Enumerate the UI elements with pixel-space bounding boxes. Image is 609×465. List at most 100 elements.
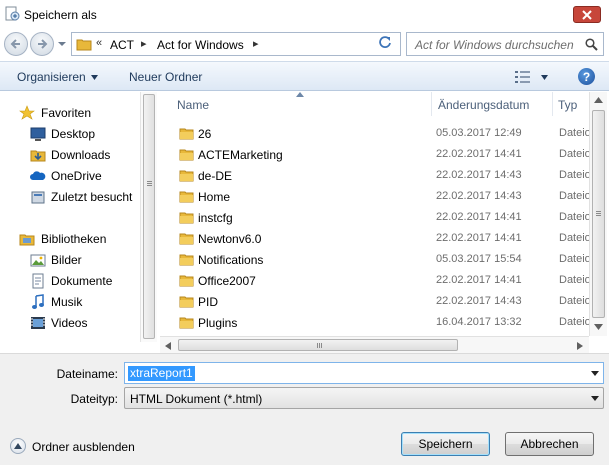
file-name: Notifications <box>198 253 264 267</box>
scroll-left-icon[interactable] <box>165 342 171 350</box>
nav-label: Favoriten <box>41 106 92 120</box>
file-name: Home <box>198 190 231 204</box>
file-date: 05.03.2017 15:54 <box>436 253 522 265</box>
column-divider[interactable] <box>431 92 432 116</box>
arrow-right-icon <box>38 39 48 49</box>
file-type: Dateio <box>559 127 591 139</box>
nav-item-recent[interactable]: Zuletzt besucht <box>0 187 140 207</box>
file-row[interactable]: Notifications 05.03.2017 15:54 Dateio <box>160 249 609 270</box>
help-icon[interactable]: ? <box>578 68 595 85</box>
sort-ascending-icon <box>296 92 304 97</box>
refresh-icon[interactable] <box>378 35 392 49</box>
nav-item-music[interactable]: Musik <box>0 292 140 312</box>
navigation-pane: Favoriten Desktop Downloads OneDrive Zul… <box>0 92 140 342</box>
chevron-right-icon[interactable]: ▸ <box>253 37 259 50</box>
file-row[interactable]: 26 05.03.2017 12:49 Dateio <box>160 123 609 144</box>
file-date: 22.02.2017 14:41 <box>436 232 522 244</box>
chevron-down-icon[interactable] <box>591 396 599 401</box>
navigation-scrollbar[interactable] <box>140 92 157 342</box>
file-date: 22.02.2017 14:43 <box>436 169 522 181</box>
address-bar[interactable]: « ACT ▸ Act for Windows ▸ <box>71 32 436 56</box>
folder-icon <box>179 233 194 245</box>
file-name: Plugins <box>198 316 238 330</box>
chevron-down-icon[interactable] <box>91 75 98 80</box>
filename-field[interactable]: xtraReport1 <box>124 362 604 384</box>
nav-item-downloads[interactable]: Downloads <box>0 145 140 165</box>
file-list-vertical-scrollbar[interactable] <box>589 92 607 336</box>
scroll-down-icon[interactable] <box>594 324 603 330</box>
nav-libraries[interactable]: Bibliotheken <box>0 229 140 249</box>
file-name: Office2007 <box>198 274 256 288</box>
grip-line <box>147 181 152 182</box>
back-button[interactable] <box>4 32 28 56</box>
file-row[interactable]: Home 22.02.2017 14:43 Dateio <box>160 186 609 207</box>
file-row[interactable]: Office2007 22.02.2017 14:41 Dateio <box>160 270 609 291</box>
nav-label: Bibliotheken <box>41 232 107 246</box>
file-date: 22.02.2017 14:41 <box>436 148 522 160</box>
library-icon <box>19 234 35 246</box>
file-row[interactable]: PID 22.02.2017 14:43 Dateio <box>160 291 609 312</box>
column-header-name[interactable]: Name <box>177 98 209 122</box>
column-header-type[interactable]: Typ <box>558 98 577 122</box>
search-input[interactable]: Act for Windows durchsuchen <box>406 32 604 56</box>
nav-label: Desktop <box>51 127 96 141</box>
filename-value[interactable]: xtraReport1 <box>128 366 195 381</box>
column-divider[interactable] <box>552 92 553 116</box>
star-icon <box>19 105 35 120</box>
crumb-act[interactable]: ACT <box>110 38 134 52</box>
nav-favorites[interactable]: Favoriten <box>0 103 140 123</box>
crumb-act-for-windows[interactable]: Act for Windows <box>157 38 244 52</box>
filetype-select[interactable]: HTML Dokument (*.html) <box>124 387 604 409</box>
close-icon <box>582 9 592 20</box>
file-row[interactable]: de-DE 22.02.2017 14:43 Dateio <box>160 165 609 186</box>
search-placeholder: Act for Windows durchsuchen <box>415 38 574 52</box>
crumb-overflow[interactable]: « <box>96 37 102 49</box>
chevron-down-icon[interactable] <box>591 371 599 376</box>
file-date: 22.02.2017 14:41 <box>436 211 522 223</box>
file-name: ACTEMarketing <box>198 148 283 162</box>
pictures-icon <box>30 254 46 267</box>
history-dropdown-icon[interactable] <box>58 40 66 48</box>
file-row[interactable]: ACTEMarketing 22.02.2017 14:41 Dateio <box>160 144 609 165</box>
nav-item-onedrive[interactable]: OneDrive <box>0 166 140 186</box>
file-row[interactable]: Plugins 16.04.2017 13:32 Dateio <box>160 312 609 333</box>
organize-button[interactable]: Organisieren <box>17 70 86 84</box>
nav-item-pictures[interactable]: Bilder <box>0 250 140 270</box>
folder-icon <box>179 254 194 266</box>
nav-item-documents[interactable]: Dokumente <box>0 271 140 291</box>
folder-icon <box>179 149 194 161</box>
column-header-date[interactable]: Änderungsdatum <box>438 98 529 122</box>
file-row[interactable]: instcfg 22.02.2017 14:41 Dateio <box>160 207 609 228</box>
search-icon <box>585 38 598 51</box>
hide-folders-button[interactable] <box>10 438 26 454</box>
hide-folders-label[interactable]: Ordner ausblenden <box>32 440 135 454</box>
chevron-down-icon[interactable] <box>541 75 548 80</box>
file-row[interactable]: Newtonv6.0 22.02.2017 14:41 Dateio <box>160 228 609 249</box>
grip-line <box>321 343 322 348</box>
file-list-horizontal-scrollbar[interactable] <box>160 336 589 353</box>
scrollbar-thumb[interactable] <box>178 339 458 351</box>
scroll-right-icon[interactable] <box>577 342 583 350</box>
cancel-button[interactable]: Abbrechen <box>505 432 594 456</box>
scrollbar-thumb[interactable] <box>592 110 605 318</box>
save-button[interactable]: Speichern <box>401 432 490 456</box>
forward-button[interactable] <box>30 32 54 56</box>
file-name: de-DE <box>198 169 233 183</box>
new-folder-button[interactable]: Neuer Ordner <box>129 70 202 84</box>
nav-item-desktop[interactable]: Desktop <box>0 124 140 144</box>
nav-item-videos[interactable]: Videos <box>0 313 140 333</box>
documents-icon <box>32 273 44 289</box>
nav-label: OneDrive <box>51 169 102 183</box>
view-options-icon[interactable] <box>515 70 531 84</box>
chevron-right-icon[interactable]: ▸ <box>141 37 147 50</box>
address-row: « ACT ▸ Act for Windows ▸ Act for Window… <box>0 29 609 61</box>
scroll-up-icon[interactable] <box>594 97 603 103</box>
grip-line <box>319 343 320 348</box>
file-type: Dateio <box>559 295 591 307</box>
close-button[interactable] <box>573 6 601 23</box>
filetype-label: Dateityp: <box>70 392 118 406</box>
downloads-icon <box>30 150 46 162</box>
scrollbar-thumb[interactable] <box>143 94 155 339</box>
grip-line <box>596 215 601 216</box>
file-name: Newtonv6.0 <box>198 232 262 246</box>
